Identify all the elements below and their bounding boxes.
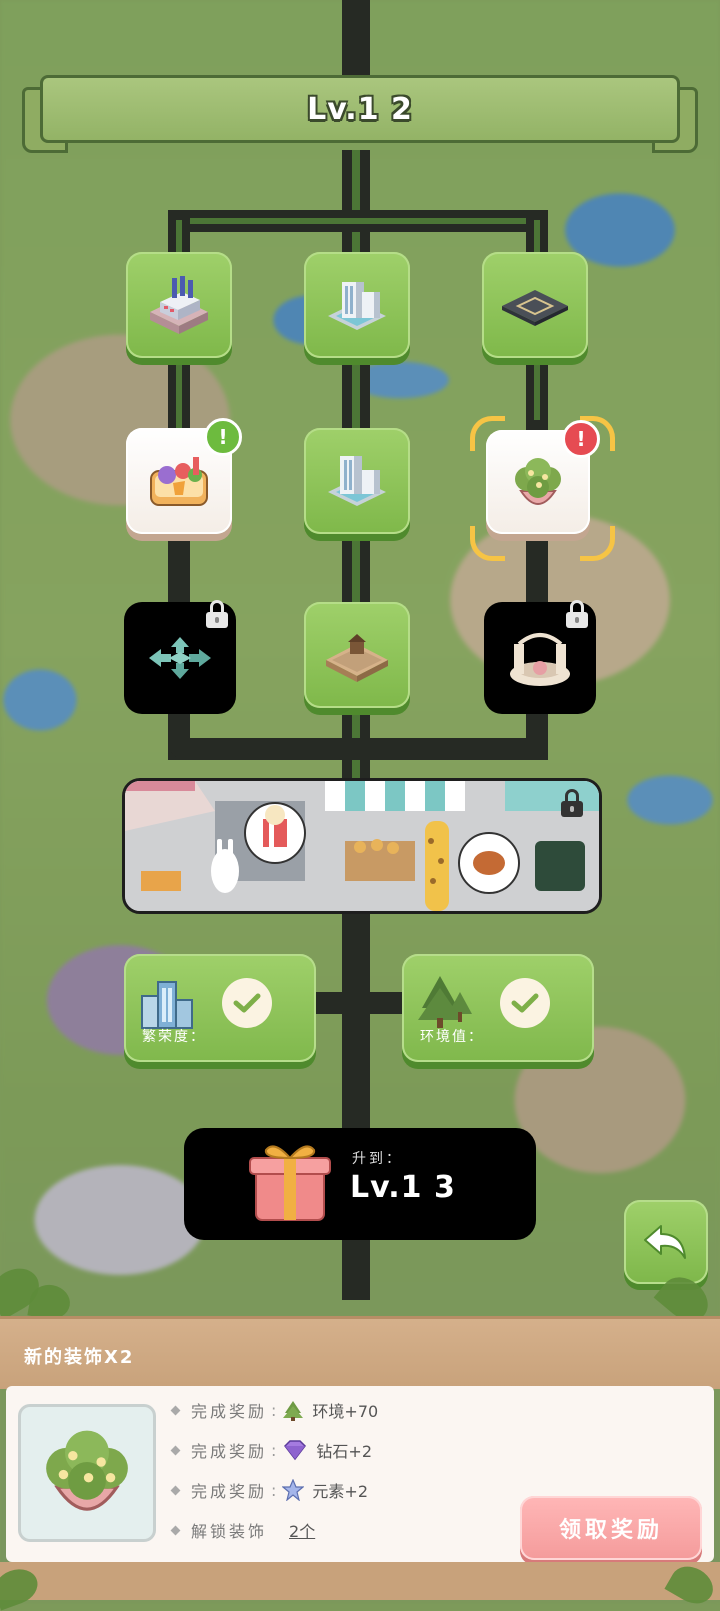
fountain-icon (510, 633, 570, 686)
node-lunchbox[interactable]: ! (126, 418, 242, 534)
check-icon (500, 978, 550, 1028)
market-street-preview[interactable] (122, 778, 602, 914)
market-scene-illustration (125, 781, 599, 911)
level-up-reward-box[interactable]: 升到： Lv.1 3 (184, 1128, 536, 1240)
node-skyscraper-2[interactable] (304, 428, 410, 534)
environment-requirement-card: 环境值： (402, 954, 594, 1062)
reward-panel-title: 新的装饰X2 (24, 1347, 135, 1368)
flower-pot-icon (515, 458, 561, 505)
prosperity-requirement-card: 繁荣度： (124, 954, 316, 1062)
unlock-count-link[interactable]: 2个 (289, 1518, 315, 1542)
reward-row-diamond: 完成奖励 : 钻石+2 (170, 1436, 372, 1464)
tree-icon (283, 1401, 304, 1421)
bullet (170, 1525, 181, 1535)
level-up-caption: 升到： (352, 1151, 403, 1167)
reward-row-unlock: 解锁装饰 2个 (170, 1516, 315, 1544)
tree-trunk-top (342, 0, 370, 80)
lock-icon (206, 600, 228, 628)
lock-icon (561, 789, 583, 817)
next-level-title: Lv.1 3 (350, 1170, 456, 1205)
decoration-preview (18, 1404, 156, 1542)
reward-panel-footer (0, 1562, 720, 1600)
claim-reward-button[interactable]: 领取奖励 (520, 1496, 702, 1560)
buildings-icon (141, 981, 193, 1029)
node-plaza[interactable] (482, 252, 588, 358)
element-icon (282, 1479, 305, 1501)
reward-value: 环境+70 (312, 1402, 379, 1421)
reward-panel-header: 新的装饰X2 (0, 1316, 720, 1389)
node-flower-pot[interactable]: ! (486, 420, 600, 534)
skyscraper-icon (328, 282, 386, 330)
reward-key: 完成奖励 (191, 1402, 268, 1421)
back-button[interactable] (624, 1200, 708, 1284)
flower-pot-icon (46, 1430, 128, 1511)
node-cabin[interactable] (304, 602, 410, 708)
factory-icon (150, 276, 208, 334)
reward-key: 完成奖励 (191, 1482, 268, 1501)
colon: : (271, 1440, 277, 1460)
tree-frame-top-inner (178, 218, 538, 224)
new-alert-badge: ! (204, 418, 242, 456)
alert-badge: ! (562, 420, 600, 458)
reward-row-element: 完成奖励 : 元素+2 (170, 1476, 368, 1504)
node-fountain-locked[interactable] (484, 600, 596, 714)
lock-icon (566, 600, 588, 628)
node-factory[interactable] (126, 252, 232, 358)
node-expand-locked[interactable] (124, 600, 236, 714)
reward-row-environment: 完成奖励 : 环境+70 (170, 1396, 379, 1424)
colon: : (271, 1480, 277, 1500)
plaza-icon (502, 290, 568, 326)
reward-value: 钻石+2 (316, 1442, 372, 1461)
colon: : (271, 1400, 277, 1420)
tree-frame-bottom (168, 738, 548, 760)
return-arrow-icon (644, 1225, 686, 1259)
reward-panel: 完成奖励 : 环境+70 完成奖励 : 钻石+2 完成奖励 : 元素+2 解锁装… (6, 1386, 714, 1562)
level-banner: Lv.1 2 (22, 75, 698, 153)
reward-key: 完成奖励 (191, 1442, 268, 1461)
gift-box-icon (249, 1145, 331, 1221)
unlock-key: 解锁装饰 (191, 1522, 268, 1541)
current-level-title: Lv.1 2 (307, 91, 413, 127)
prosperity-label: 繁荣度： (142, 1029, 206, 1045)
diamond-icon (284, 1440, 307, 1461)
bullet (170, 1485, 181, 1495)
bullet (170, 1405, 181, 1415)
bullet (170, 1445, 181, 1455)
banner-body: Lv.1 2 (40, 75, 680, 143)
expand-arrows-icon (149, 637, 211, 679)
node-skyscraper-1[interactable] (304, 252, 410, 358)
reward-value: 元素+2 (312, 1482, 368, 1501)
cabin-icon (326, 634, 388, 682)
skyscraper-icon (328, 456, 386, 506)
pine-trees-icon (418, 976, 472, 1028)
lunchbox-icon (150, 457, 208, 506)
check-icon (222, 978, 272, 1028)
environment-label: 环境值： (420, 1029, 484, 1045)
